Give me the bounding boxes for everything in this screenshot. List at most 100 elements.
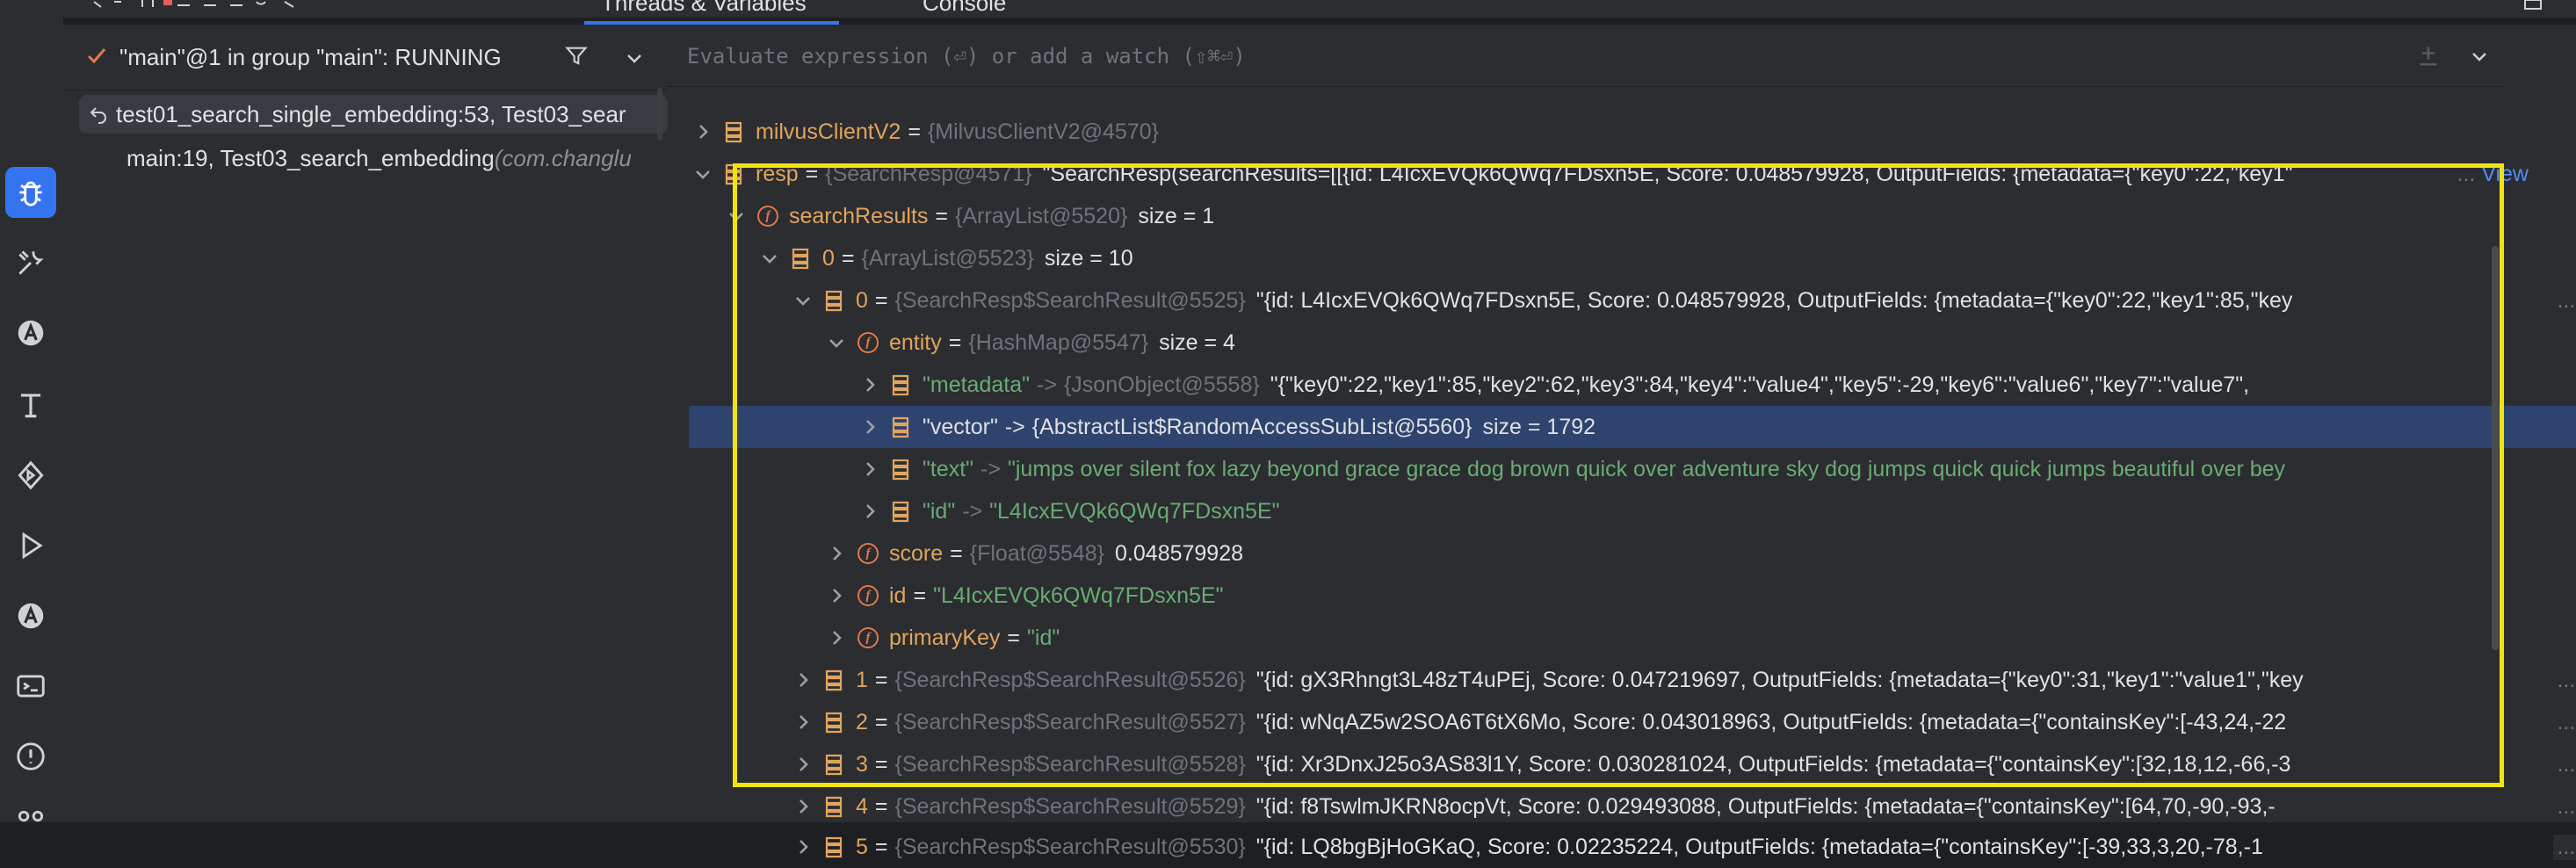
variable-row-score[interactable]: f score = {Float@5548} 0.048579928: [668, 532, 2576, 575]
terminal-t-icon[interactable]: [5, 380, 56, 430]
variable-type: {MilvusClientV2@4570}: [927, 119, 1159, 144]
run-icon[interactable]: [5, 520, 56, 571]
terminal-icon[interactable]: [5, 661, 56, 712]
frame-label: main:19, Test03_search_embedding: [127, 144, 495, 171]
add-watch-icon[interactable]: [2416, 44, 2441, 69]
structure-icon[interactable]: [5, 791, 56, 842]
field-icon: f: [857, 585, 879, 606]
variables-scrollbar[interactable]: [2492, 246, 2499, 650]
map-entry-icon: [892, 416, 909, 438]
map-key: "text": [923, 456, 974, 481]
ai-assistant-icon-2[interactable]: [5, 590, 56, 641]
variable-row-item-1[interactable]: 1 = {SearchResp$SearchResult@5526} "{id:…: [668, 659, 2576, 701]
variable-type: {ArrayList@5523}: [861, 245, 1034, 271]
evaluate-expression-input[interactable]: Evaluate expression (⏎) or add a watch (…: [687, 44, 1246, 69]
chevron-right-icon[interactable]: [794, 798, 812, 815]
variable-row-metadata[interactable]: "metadata" -> {JsonObject@5558} "{"key0"…: [668, 364, 2576, 406]
variable-name: 3: [856, 751, 868, 777]
variable-row-id[interactable]: f id = "L4IcxEVQk6QWq7FDsxn5E": [668, 575, 2576, 617]
problems-icon[interactable]: [5, 731, 56, 782]
variable-type: {SearchResp$SearchResult@5528}: [894, 751, 1246, 777]
variable-value: size = 10: [1044, 245, 1133, 271]
variable-row-list-0[interactable]: 0 = {ArrayList@5523} size = 10: [668, 237, 2576, 279]
view-link[interactable]: ... View: [2553, 751, 2576, 778]
field-icon: f: [857, 332, 879, 353]
variable-name: milvusClientV2: [756, 119, 901, 144]
build-tools-icon[interactable]: [5, 237, 56, 288]
variable-row-item-5[interactable]: 5 = {SearchResp$SearchResult@5530} "{id:…: [668, 826, 2576, 868]
array-element-icon: [825, 754, 843, 776]
variable-value: "{id: wNqAZ5w2SOA6T6tX6Mo, Score: 0.0430…: [1255, 709, 2287, 734]
variable-row-searchResults[interactable]: f searchResults = {ArrayList@5520} size …: [668, 195, 2564, 237]
array-element-icon: [825, 669, 843, 691]
array-element-icon: [825, 796, 843, 818]
chevron-down-icon[interactable]: [626, 49, 643, 67]
chevron-right-icon[interactable]: [828, 629, 845, 647]
chevron-right-icon[interactable]: [861, 418, 879, 436]
variable-type: {SearchResp$SearchResult@5530}: [894, 834, 1246, 859]
frames-scrollbar[interactable]: [657, 88, 662, 141]
variable-name: 4: [856, 793, 868, 819]
variable-type: {HashMap@5547}: [968, 329, 1149, 355]
variable-row-milvusClientV2[interactable]: milvusClientV2 = {MilvusClientV2@4570}: [668, 111, 2530, 153]
chevron-right-icon[interactable]: [694, 123, 712, 141]
chevron-down-icon[interactable]: [694, 165, 712, 183]
variable-row-vector[interactable]: "vector" -> {AbstractList$RandomAccessSu…: [689, 406, 2576, 448]
variable-value: size = 4: [1159, 329, 1235, 355]
chevron-right-icon[interactable]: [861, 376, 879, 394]
array-element-icon: [825, 836, 843, 858]
chevron-down-icon[interactable]: [761, 250, 778, 267]
chevron-right-icon[interactable]: [861, 460, 879, 478]
variable-row-item-3[interactable]: 3 = {SearchResp$SearchResult@5528} "{id:…: [668, 743, 2576, 785]
debug-actions-icon[interactable]: [90, 0, 511, 9]
ai-assistant-icon[interactable]: [5, 307, 56, 358]
variable-row-item-0[interactable]: 0 = {SearchResp$SearchResult@5525} "{id:…: [668, 279, 2576, 322]
chevron-right-icon[interactable]: [794, 713, 812, 731]
chevron-right-icon[interactable]: [828, 587, 845, 604]
frame-item-current[interactable]: test01_search_single_embedding:53, Test0…: [79, 95, 668, 134]
layout-icon[interactable]: [2523, 0, 2544, 11]
chevron-down-icon[interactable]: [828, 334, 845, 351]
services-icon[interactable]: [5, 450, 56, 501]
chevron-down-icon[interactable]: [794, 292, 812, 309]
variable-row-text[interactable]: "text" -> "jumps over silent fox lazy be…: [668, 448, 2576, 490]
variable-type: {SearchResp$SearchResult@5525}: [894, 287, 1246, 313]
chevron-right-icon[interactable]: [794, 671, 812, 689]
variable-row-entity[interactable]: f entity = {HashMap@5547} size = 4: [668, 322, 2576, 364]
tool-window-strip: [0, 0, 64, 822]
filter-icon[interactable]: [564, 44, 589, 69]
variable-row-resp[interactable]: resp = {SearchResp@4571} "SearchResp(sea…: [668, 153, 2530, 195]
variable-type: {AbstractList$RandomAccessSubList@5560}: [1031, 414, 1473, 439]
chevron-right-icon[interactable]: [861, 503, 879, 520]
variable-row-id-entry[interactable]: "id" -> "L4IcxEVQk6QWq7FDsxn5E": [668, 490, 2576, 532]
view-link[interactable]: ... View: [2553, 287, 2576, 314]
chevron-right-icon[interactable]: [828, 545, 845, 562]
frame-item[interactable]: main:19, Test03_search_embedding (com.ch…: [79, 139, 715, 177]
chevron-right-icon[interactable]: [794, 838, 812, 856]
variable-row-item-4[interactable]: 4 = {SearchResp$SearchResult@5529} "{id:…: [668, 785, 2576, 828]
chevron-down-icon[interactable]: [2471, 47, 2488, 65]
debug-icon[interactable]: [5, 167, 56, 218]
field-icon: f: [757, 206, 778, 227]
variable-value: "L4IcxEVQk6QWq7FDsxn5E": [989, 498, 1280, 524]
view-link[interactable]: ... View: [2553, 667, 2576, 693]
chevron-right-icon[interactable]: [794, 756, 812, 773]
variable-name: 1: [856, 667, 868, 692]
thread-selector[interactable]: "main"@1 in group "main": RUNNING: [63, 25, 668, 90]
chevron-down-icon[interactable]: [727, 207, 745, 225]
field-icon: f: [857, 627, 879, 648]
view-link[interactable]: ... View: [2553, 709, 2576, 735]
variable-row-item-2[interactable]: 2 = {SearchResp$SearchResult@5527} "{id:…: [668, 701, 2576, 743]
variable-value: "{id: f8TswlmJKRN8ocpVt, Score: 0.029493…: [1255, 793, 2276, 819]
tab-threads-variables[interactable]: Threads & Variables: [601, 0, 807, 17]
variable-value: "{id: LQ8bgBjHoGKaQ, Score: 0.02235224, …: [1255, 834, 2263, 859]
local-variable-icon: [725, 163, 742, 185]
view-link[interactable]: ... View: [2553, 834, 2576, 860]
variable-name: score: [889, 540, 944, 566]
tab-console[interactable]: Console: [923, 0, 1006, 17]
evaluate-expression-bar[interactable]: Evaluate expression (⏎) or add a watch (…: [668, 25, 2504, 87]
variable-type: {SearchResp$SearchResult@5526}: [894, 667, 1246, 692]
view-link[interactable]: ... View: [2453, 161, 2529, 187]
view-link[interactable]: ... View: [2553, 793, 2576, 820]
variable-row-primaryKey[interactable]: f primaryKey = "id": [668, 617, 2576, 659]
